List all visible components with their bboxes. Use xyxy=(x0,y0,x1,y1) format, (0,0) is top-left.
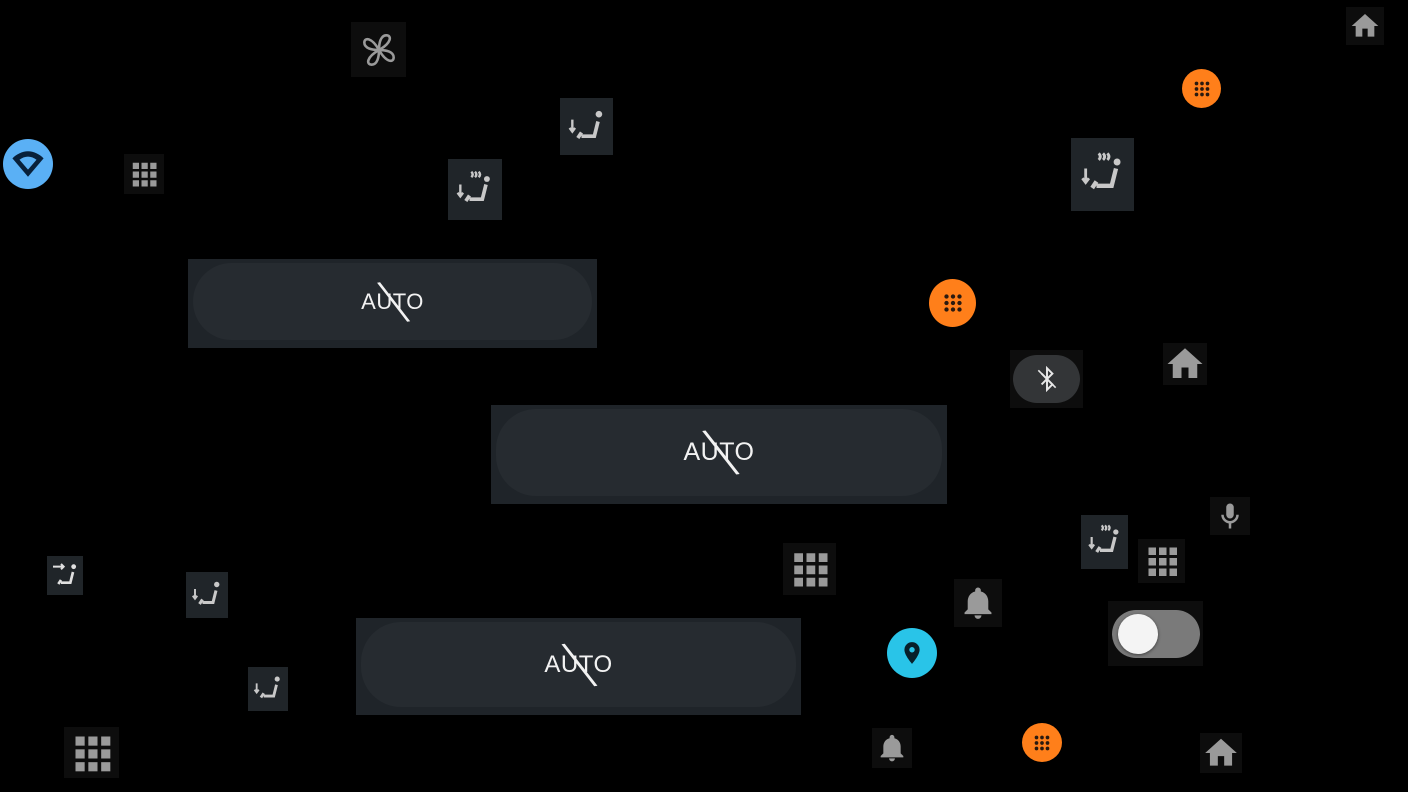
seat-heat-icon xyxy=(1087,524,1118,553)
location-button[interactable] xyxy=(887,628,937,678)
seat-cool-icon xyxy=(191,581,220,605)
toggle-switch[interactable] xyxy=(1108,601,1203,666)
home-icon xyxy=(1351,14,1379,37)
home-button[interactable] xyxy=(1200,733,1242,773)
notifications-button[interactable] xyxy=(954,579,1002,627)
home-button[interactable] xyxy=(1163,343,1207,385)
seat-cool-button[interactable] xyxy=(186,572,228,618)
seat-recline-icon xyxy=(53,562,77,585)
seat-heat-icon xyxy=(1080,151,1121,189)
location-pin-icon xyxy=(904,642,920,664)
auto-climate-button[interactable]: AUTO xyxy=(356,618,801,715)
apps-button[interactable] xyxy=(1022,723,1062,762)
bluetooth-icon xyxy=(1037,366,1056,392)
apps-grid-icon xyxy=(1194,81,1209,96)
seat-cool-button[interactable] xyxy=(248,667,288,711)
fan-icon xyxy=(362,33,395,66)
seat-cool-icon xyxy=(568,110,602,139)
wifi-icon xyxy=(12,151,44,177)
apps-grid-button[interactable] xyxy=(124,154,164,194)
apps-grid-icon xyxy=(1148,547,1177,576)
home-icon xyxy=(1167,348,1203,378)
apps-grid-button[interactable] xyxy=(64,727,119,778)
toggle-thumb xyxy=(1117,613,1158,654)
apps-button[interactable] xyxy=(929,279,976,327)
microphone-icon xyxy=(1221,503,1239,529)
seat-recline-button[interactable] xyxy=(47,556,83,595)
notifications-button[interactable] xyxy=(872,728,912,768)
auto-off-slash-icon xyxy=(377,281,411,322)
auto-off-slash-icon xyxy=(561,643,598,686)
apps-grid-button[interactable] xyxy=(783,543,836,595)
seat-heat-button[interactable] xyxy=(1071,138,1134,211)
seat-cool-button[interactable] xyxy=(560,98,613,155)
bell-icon xyxy=(880,734,904,762)
microphone-button[interactable] xyxy=(1210,497,1250,535)
seat-heat-button[interactable] xyxy=(1081,515,1128,569)
bell-icon xyxy=(964,587,992,619)
apps-grid-icon xyxy=(75,736,110,771)
fan-button[interactable] xyxy=(351,22,406,77)
bluetooth-button[interactable] xyxy=(1010,350,1083,408)
apps-grid-icon xyxy=(943,294,962,312)
apps-grid-icon xyxy=(793,553,827,587)
seat-heat-button[interactable] xyxy=(448,159,502,220)
apps-grid-icon xyxy=(1034,735,1050,750)
seat-cool-icon xyxy=(253,676,280,699)
wifi-button[interactable] xyxy=(3,139,53,189)
toggle-track xyxy=(1111,609,1200,658)
auto-climate-button[interactable]: AUTO xyxy=(491,405,947,504)
apps-grid-button[interactable] xyxy=(1138,539,1185,583)
home-icon xyxy=(1205,738,1237,766)
auto-off-slash-icon xyxy=(701,430,740,475)
apps-button[interactable] xyxy=(1182,69,1221,108)
auto-climate-button[interactable]: AUTO xyxy=(188,259,597,348)
seat-heat-icon xyxy=(456,170,490,202)
apps-grid-icon xyxy=(132,162,157,187)
home-button[interactable] xyxy=(1346,7,1384,45)
